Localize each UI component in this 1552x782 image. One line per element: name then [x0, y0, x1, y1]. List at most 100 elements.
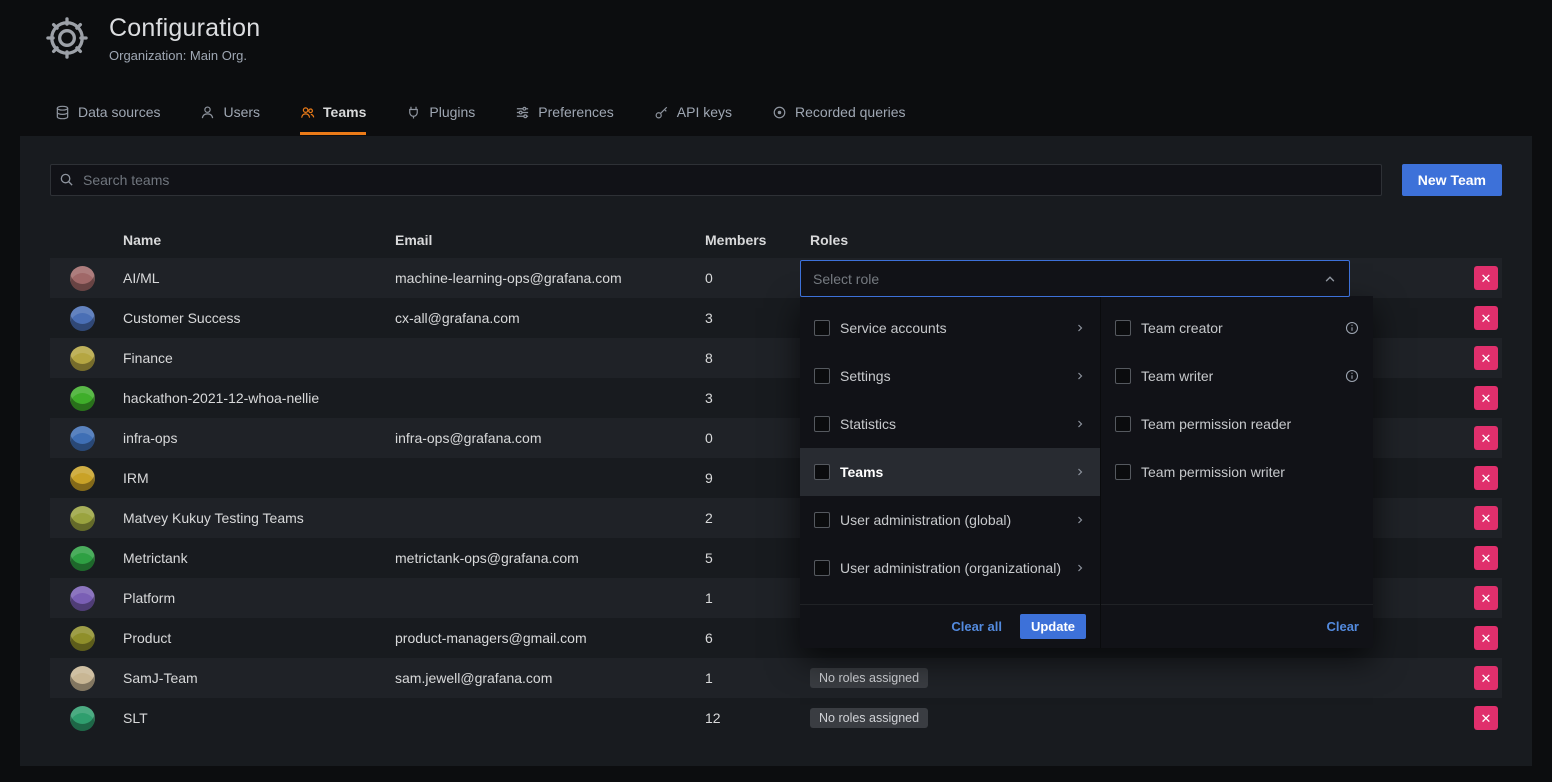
checkbox[interactable] [1115, 416, 1131, 432]
chevron-up-icon[interactable] [1323, 272, 1337, 286]
team-name-link[interactable]: Matvey Kukuy Testing Teams [123, 510, 395, 526]
team-name-link[interactable]: Product [123, 630, 395, 646]
chevron-right-icon [1070, 562, 1086, 574]
checkbox[interactable] [814, 416, 830, 432]
team-avatar [70, 426, 95, 451]
tab-label: Users [223, 104, 260, 120]
delete-team-button[interactable]: ✕ [1474, 586, 1498, 610]
team-members-count: 1 [705, 590, 805, 606]
team-members-count: 9 [705, 470, 805, 486]
close-icon: ✕ [1481, 712, 1492, 725]
team-avatar [70, 466, 95, 491]
tab-plugins[interactable]: Plugins [406, 104, 475, 135]
delete-team-button[interactable]: ✕ [1474, 306, 1498, 330]
team-members-count: 3 [705, 390, 805, 406]
team-avatar [70, 386, 95, 411]
delete-team-button[interactable]: ✕ [1474, 386, 1498, 410]
page-subtitle: Organization: Main Org. [109, 48, 260, 63]
tab-label: API keys [677, 104, 732, 120]
close-icon: ✕ [1481, 272, 1492, 285]
delete-team-button[interactable]: ✕ [1474, 706, 1498, 730]
search-teams-input[interactable] [50, 164, 1382, 196]
team-name-link[interactable]: infra-ops [123, 430, 395, 446]
delete-team-button[interactable]: ✕ [1474, 546, 1498, 570]
update-button[interactable]: Update [1020, 614, 1086, 639]
team-name-link[interactable]: hackathon-2021-12-whoa-nellie [123, 390, 395, 406]
team-members-count: 12 [705, 710, 805, 726]
info-icon[interactable] [1345, 321, 1359, 335]
role-group-teams[interactable]: Teams [800, 448, 1100, 496]
team-name-link[interactable]: SLT [123, 710, 395, 726]
tab-api-keys[interactable]: API keys [654, 104, 732, 135]
no-roles-badge: No roles assigned [810, 668, 928, 688]
tab-users[interactable]: Users [200, 104, 260, 135]
teams-roles-submenu: Team creator Team writer Team permission… [1100, 296, 1373, 648]
configuration-gear-icon [45, 16, 89, 63]
role-picker-select[interactable]: Select role [800, 260, 1350, 297]
record-icon [772, 105, 787, 120]
checkbox[interactable] [1115, 464, 1131, 480]
team-members-count: 0 [705, 430, 805, 446]
close-icon: ✕ [1481, 352, 1492, 365]
role-group-service-accounts[interactable]: Service accounts [800, 304, 1100, 352]
checkbox[interactable] [1115, 320, 1131, 336]
database-icon [55, 105, 70, 120]
team-members-count: 3 [705, 310, 805, 326]
role-team-permission-reader[interactable]: Team permission reader [1101, 400, 1373, 448]
users-icon [300, 105, 315, 120]
close-icon: ✕ [1481, 432, 1492, 445]
role-picker-placeholder: Select role [813, 271, 879, 287]
team-name-link[interactable]: Metrictank [123, 550, 395, 566]
teams-toolbar: New Team [50, 164, 1502, 196]
delete-team-button[interactable]: ✕ [1474, 266, 1498, 290]
delete-team-button[interactable]: ✕ [1474, 506, 1498, 530]
delete-team-button[interactable]: ✕ [1474, 426, 1498, 450]
checkbox[interactable] [814, 320, 830, 336]
role-group-user-admin-global[interactable]: User administration (global) [800, 496, 1100, 544]
team-email: metrictank-ops@grafana.com [395, 550, 705, 566]
tab-label: Data sources [78, 104, 160, 120]
tab-label: Preferences [538, 104, 613, 120]
team-name-link[interactable]: Platform [123, 590, 395, 606]
checkbox[interactable] [814, 560, 830, 576]
checkbox[interactable] [814, 512, 830, 528]
user-icon [200, 105, 215, 120]
role-group-user-admin-org[interactable]: User administration (organizational) [800, 544, 1100, 592]
no-roles-badge: No roles assigned [810, 708, 928, 728]
sliders-icon [515, 105, 530, 120]
page-header: Configuration Organization: Main Org. [45, 14, 260, 63]
checkbox[interactable] [1115, 368, 1131, 384]
team-name-link[interactable]: IRM [123, 470, 395, 486]
clear-button[interactable]: Clear [1326, 619, 1359, 634]
role-team-creator[interactable]: Team creator [1101, 304, 1373, 352]
page-title: Configuration [109, 14, 260, 43]
tab-preferences[interactable]: Preferences [515, 104, 613, 135]
role-group-statistics[interactable]: Statistics [800, 400, 1100, 448]
tab-data-sources[interactable]: Data sources [55, 104, 160, 135]
close-icon: ✕ [1481, 672, 1492, 685]
tab-label: Recorded queries [795, 104, 906, 120]
tab-recorded-queries[interactable]: Recorded queries [772, 104, 906, 135]
role-picker: Select role Service accounts Settings [800, 260, 1373, 648]
chevron-right-icon [1070, 514, 1086, 526]
clear-all-button[interactable]: Clear all [951, 619, 1002, 634]
new-team-button[interactable]: New Team [1402, 164, 1502, 196]
delete-team-button[interactable]: ✕ [1474, 626, 1498, 650]
delete-team-button[interactable]: ✕ [1474, 466, 1498, 490]
checkbox[interactable] [814, 368, 830, 384]
role-group-settings[interactable]: Settings [800, 352, 1100, 400]
team-email: sam.jewell@grafana.com [395, 670, 705, 686]
team-avatar [70, 586, 95, 611]
delete-team-button[interactable]: ✕ [1474, 666, 1498, 690]
team-name-link[interactable]: Customer Success [123, 310, 395, 326]
tab-teams[interactable]: Teams [300, 104, 366, 135]
delete-team-button[interactable]: ✕ [1474, 346, 1498, 370]
team-name-link[interactable]: Finance [123, 350, 395, 366]
info-icon[interactable] [1345, 369, 1359, 383]
role-team-permission-writer[interactable]: Team permission writer [1101, 448, 1373, 496]
checkbox[interactable] [814, 464, 830, 480]
team-name-link[interactable]: AI/ML [123, 270, 395, 286]
role-team-writer[interactable]: Team writer [1101, 352, 1373, 400]
teams-panel: New Team Name Email Members Roles AI/ML … [20, 136, 1532, 766]
team-name-link[interactable]: SamJ-Team [123, 670, 395, 686]
